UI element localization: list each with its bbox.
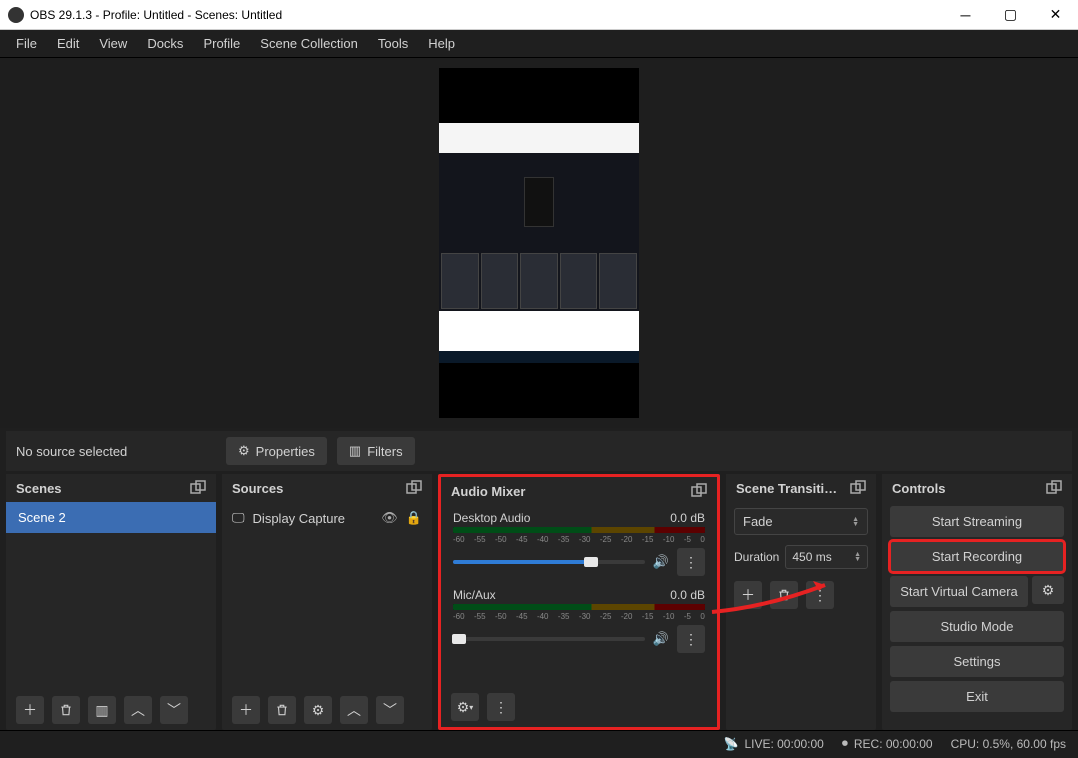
duration-label: Duration xyxy=(734,550,779,564)
menu-file[interactable]: File xyxy=(6,32,47,55)
add-scene-button[interactable]: ＋ xyxy=(16,696,44,724)
source-item[interactable]: 🖵 Display Capture 👁 🔒 xyxy=(222,502,432,534)
popout-icon[interactable] xyxy=(691,483,707,499)
gear-icon: ⚙ xyxy=(238,443,250,459)
menubar: File Edit View Docks Profile Scene Colle… xyxy=(0,30,1078,58)
track-name: Desktop Audio xyxy=(453,511,530,525)
chevron-updown-icon: ▲▼ xyxy=(852,517,859,527)
eye-icon[interactable]: 👁 xyxy=(381,510,398,526)
track-level: 0.0 dB xyxy=(670,588,705,602)
audio-settings-button[interactable]: ⚙▾ xyxy=(451,693,479,721)
start-virtual-camera-button[interactable]: Start Virtual Camera xyxy=(890,576,1028,607)
properties-label: Properties xyxy=(256,444,315,459)
menu-docks[interactable]: Docks xyxy=(137,32,193,55)
source-down-button[interactable]: ﹀ xyxy=(376,696,404,724)
track-level: 0.0 dB xyxy=(670,511,705,525)
menu-profile[interactable]: Profile xyxy=(193,32,250,55)
chevron-updown-icon: ▲▼ xyxy=(854,552,861,562)
audio-ticks: -60-55-50-45-40-35-30-25-20-15-10-50 xyxy=(453,612,705,621)
remove-scene-button[interactable] xyxy=(52,696,80,724)
popout-icon[interactable] xyxy=(190,480,206,496)
volume-slider[interactable] xyxy=(453,560,645,564)
window-maximize-button[interactable]: ▢ xyxy=(988,0,1033,30)
source-up-button[interactable]: ︿ xyxy=(340,696,368,724)
add-transition-button[interactable]: ＋ xyxy=(734,581,762,609)
live-status: LIVE: 00:00:00 xyxy=(744,737,823,751)
record-icon: ⏺ xyxy=(842,736,848,751)
track-menu-button[interactable]: ⋮ xyxy=(677,625,705,653)
lock-icon[interactable]: 🔒 xyxy=(406,510,422,526)
audio-mixer-title: Audio Mixer xyxy=(451,484,525,499)
speaker-icon[interactable]: 🔊 xyxy=(653,631,669,647)
controls-panel: Controls Start Streaming Start Recording… xyxy=(882,474,1072,730)
window-close-button[interactable]: ✕ xyxy=(1033,0,1078,30)
audio-ticks: -60-55-50-45-40-35-30-25-20-15-10-50 xyxy=(453,535,705,544)
scene-down-button[interactable]: ﹀ xyxy=(160,696,188,724)
start-streaming-button[interactable]: Start Streaming xyxy=(890,506,1064,537)
display-icon: 🖵 xyxy=(232,510,245,526)
preview-area[interactable] xyxy=(0,58,1078,428)
properties-button[interactable]: ⚙ Properties xyxy=(226,437,327,465)
exit-button[interactable]: Exit xyxy=(890,681,1064,712)
transition-menu-button[interactable]: ⋮ xyxy=(806,581,834,609)
remove-source-button[interactable] xyxy=(268,696,296,724)
source-label: Display Capture xyxy=(253,511,346,526)
source-toolbar: No source selected ⚙ Properties ▥ Filter… xyxy=(6,431,1072,471)
audio-track-mic: Mic/Aux 0.0 dB -60-55-50-45-40-35-30-25-… xyxy=(441,582,717,659)
scene-up-button[interactable]: ︿ xyxy=(124,696,152,724)
popout-icon[interactable] xyxy=(1046,480,1062,496)
filters-icon: ▥ xyxy=(349,443,361,459)
window-minimize-button[interactable]: ─ xyxy=(943,0,988,30)
sources-title: Sources xyxy=(232,481,283,496)
sources-panel: Sources 🖵 Display Capture 👁 🔒 ＋ ⚙ ︿ ﹀ xyxy=(222,474,432,730)
audio-meter xyxy=(453,527,705,533)
scenes-title: Scenes xyxy=(16,481,62,496)
cpu-status: CPU: 0.5%, 60.00 fps xyxy=(951,737,1066,751)
filters-label: Filters xyxy=(367,444,402,459)
menu-edit[interactable]: Edit xyxy=(47,32,89,55)
settings-button[interactable]: Settings xyxy=(890,646,1064,677)
popout-icon[interactable] xyxy=(850,480,866,496)
controls-title: Controls xyxy=(892,481,945,496)
volume-slider[interactable] xyxy=(453,637,645,641)
track-name: Mic/Aux xyxy=(453,588,496,602)
audio-mixer-panel: Audio Mixer Desktop Audio 0.0 dB -60-55-… xyxy=(438,474,720,730)
obs-app-icon xyxy=(8,7,24,23)
speaker-icon[interactable]: 🔊 xyxy=(653,554,669,570)
window-title: OBS 29.1.3 - Profile: Untitled - Scenes:… xyxy=(30,8,282,22)
menu-help[interactable]: Help xyxy=(418,32,465,55)
transition-select[interactable]: Fade ▲▼ xyxy=(734,508,868,535)
source-settings-button[interactable]: ⚙ xyxy=(304,696,332,724)
scene-item[interactable]: Scene 2 xyxy=(6,502,216,533)
audio-track-desktop: Desktop Audio 0.0 dB -60-55-50-45-40-35-… xyxy=(441,505,717,582)
audio-menu-button[interactable]: ⋮ xyxy=(487,693,515,721)
add-source-button[interactable]: ＋ xyxy=(232,696,260,724)
rec-status: REC: 00:00:00 xyxy=(854,737,933,751)
menu-tools[interactable]: Tools xyxy=(368,32,418,55)
no-source-label: No source selected xyxy=(16,444,216,459)
studio-mode-button[interactable]: Studio Mode xyxy=(890,611,1064,642)
track-menu-button[interactable]: ⋮ xyxy=(677,548,705,576)
transitions-title: Scene Transiti… xyxy=(736,481,837,496)
broadcast-icon: 📡 xyxy=(724,737,739,751)
popout-icon[interactable] xyxy=(406,480,422,496)
scene-transitions-panel: Scene Transiti… Fade ▲▼ Duration 450 ms … xyxy=(726,474,876,730)
duration-value: 450 ms xyxy=(792,550,831,564)
scene-filters-button[interactable]: ▥ xyxy=(88,696,116,724)
menu-view[interactable]: View xyxy=(89,32,137,55)
audio-meter xyxy=(453,604,705,610)
window-titlebar: OBS 29.1.3 - Profile: Untitled - Scenes:… xyxy=(0,0,1078,30)
virtual-camera-settings-button[interactable]: ⚙ xyxy=(1032,576,1064,604)
remove-transition-button[interactable] xyxy=(770,581,798,609)
scenes-panel: Scenes Scene 2 ＋ ▥ ︿ ﹀ xyxy=(6,474,216,730)
start-recording-button[interactable]: Start Recording xyxy=(890,541,1064,572)
duration-input[interactable]: 450 ms ▲▼ xyxy=(785,545,868,569)
preview-canvas xyxy=(439,68,639,418)
statusbar: 📡 LIVE: 00:00:00 ⏺ REC: 00:00:00 CPU: 0.5%… xyxy=(0,730,1078,756)
filters-button[interactable]: ▥ Filters xyxy=(337,437,415,465)
menu-scene-collection[interactable]: Scene Collection xyxy=(250,32,368,55)
transition-selected: Fade xyxy=(743,514,773,529)
